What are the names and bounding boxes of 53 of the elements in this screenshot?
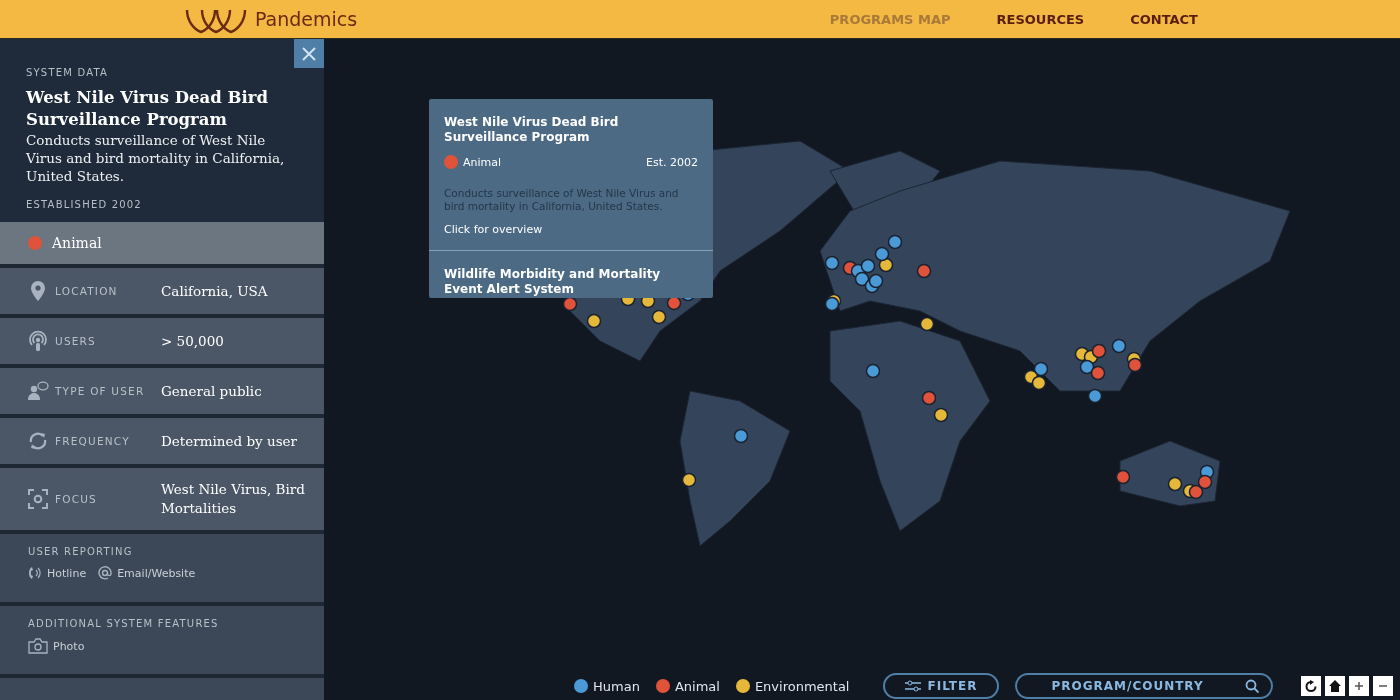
section-heading: ADDITIONAL SYSTEM FEATURES	[28, 618, 220, 629]
close-icon	[302, 46, 316, 61]
phone-icon	[28, 566, 42, 580]
close-button[interactable]	[294, 39, 324, 68]
feature-label: Hotline	[47, 566, 87, 580]
popup-program-title[interactable]: Wildlife Morbidity and Mortality Event Alert System	[444, 267, 698, 297]
info-label: USERS	[54, 335, 97, 347]
info-value: General public	[161, 381, 262, 401]
legend-label: Animal	[674, 678, 720, 694]
feature-label: Email/Website	[117, 566, 196, 580]
plus-icon	[1355, 682, 1364, 690]
user-speech-icon	[27, 381, 49, 401]
category-label: Animal	[463, 155, 502, 169]
camera-icon	[28, 638, 48, 654]
category-label: Animal	[52, 235, 102, 251]
nav-link[interactable]: CONTACT	[1130, 11, 1198, 27]
nav-link[interactable]: RESOURCES	[996, 11, 1085, 27]
logo-text: Pandemics	[255, 8, 358, 30]
info-value: > 50,000	[161, 331, 224, 351]
info-label: FREQUENCY	[54, 435, 131, 447]
info-label: LOCATION	[54, 285, 119, 297]
info-label: TYPE OF USER	[54, 385, 146, 397]
filter-button[interactable]: FILTER	[883, 673, 1000, 699]
at-sign-icon	[98, 566, 113, 580]
program-title: West Nile Virus Dead Bird Surveillance Program	[26, 87, 269, 131]
program-description: Conducts surveillance of West Nile Virus and bird mortality in California, United States.	[26, 131, 286, 185]
info-label: FOCUS	[54, 493, 98, 505]
popup-program-title[interactable]: West Nile Virus Dead Bird Surveillance Program	[444, 115, 698, 145]
focus-frame-icon	[28, 489, 48, 509]
refresh-icon	[28, 431, 48, 451]
info-value: Determined by user	[161, 431, 298, 451]
search-icon	[1245, 679, 1260, 693]
section-label: SYSTEM DATA	[26, 67, 109, 78]
location-pin-icon	[30, 280, 46, 302]
reset-view-button[interactable]	[1301, 676, 1322, 696]
info-value: California, USA	[161, 281, 268, 301]
feature-label: Photo	[53, 639, 85, 653]
established-label: ESTABLISHED 2002	[26, 199, 143, 210]
reset-icon	[1305, 680, 1318, 692]
established-label: Est. 2002	[646, 155, 698, 169]
legend-label: Human	[593, 678, 640, 694]
broadcast-icon	[27, 330, 49, 352]
sliders-icon	[905, 680, 922, 692]
section-heading: USER REPORTING	[28, 546, 134, 557]
zoom-in-button[interactable]	[1349, 676, 1370, 696]
home-button[interactable]	[1325, 676, 1346, 696]
zoom-out-button[interactable]	[1373, 676, 1394, 696]
minus-icon	[1379, 685, 1388, 687]
legend-label: Environmental	[754, 678, 850, 694]
home-icon	[1329, 680, 1342, 692]
info-value: West Nile Virus, Bird Mortalities	[161, 480, 306, 518]
search-field[interactable]: PROGRAM/COUNTRY	[1015, 673, 1274, 699]
overview-link[interactable]: Click for overview	[444, 223, 698, 236]
